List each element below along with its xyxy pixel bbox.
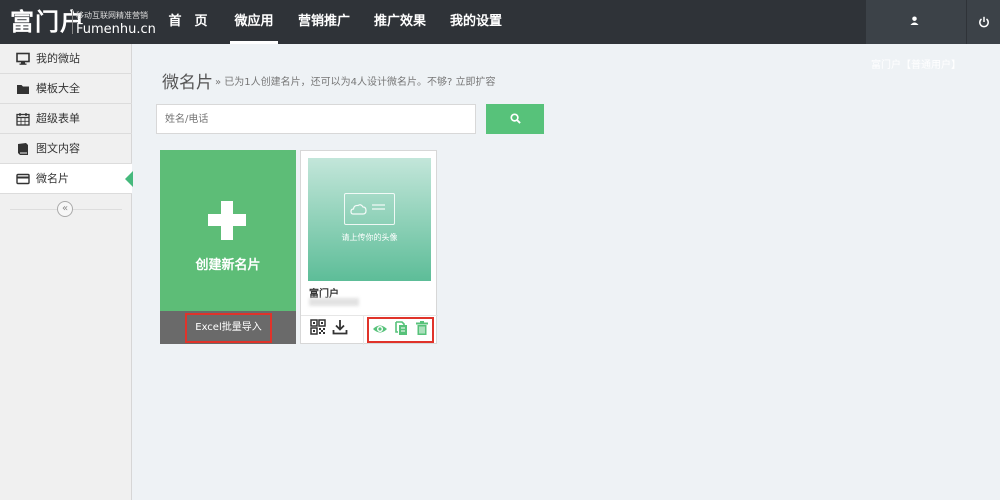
logo-slogan: 移动互联网精准营销: [76, 11, 148, 20]
sidebar-item-label: 模板大全: [36, 82, 80, 95]
monitor-icon: [16, 52, 30, 65]
id-card-icon: [344, 193, 395, 225]
sidebar-item-templates[interactable]: 模板大全: [0, 74, 132, 104]
nav-my-settings[interactable]: 我的设置: [444, 0, 508, 44]
search-icon: [509, 112, 521, 124]
search-input[interactable]: [156, 104, 476, 134]
create-card-button[interactable]: 创建新名片 Excel批量导入: [160, 150, 296, 344]
user-label: 富门户【普通用户】: [871, 60, 961, 71]
book-icon: [18, 143, 28, 155]
page-title: 微名片: [162, 73, 213, 93]
sidebar-item-label: 我的微站: [36, 52, 80, 65]
create-card-label: 创建新名片: [195, 258, 261, 273]
qrcode-icon[interactable]: [310, 319, 326, 335]
business-card-item: 请上传你的头像 富门户: [300, 150, 438, 345]
nav-promotion-results[interactable]: 推广效果: [368, 0, 432, 44]
user-menu[interactable]: 富门户【普通用户】: [866, 0, 966, 71]
card-vertical-divider: [363, 316, 364, 345]
card-phone-blurred: [309, 298, 359, 306]
sidebar-item-business-card[interactable]: 微名片: [0, 164, 133, 194]
copy-icon[interactable]: [393, 320, 409, 336]
logout-button[interactable]: [967, 0, 1000, 44]
sidebar-collapse-button[interactable]: «: [57, 201, 73, 217]
logo-domain: Fumenhu.cn: [76, 22, 156, 37]
sidebar-item-my-site[interactable]: 我的微站: [0, 44, 132, 74]
quota-hint: » 已为1人创建名片，还可以为4人设计微名片。不够? 立即扩容: [215, 77, 496, 88]
download-icon[interactable]: [332, 319, 348, 335]
trash-icon[interactable]: [414, 320, 430, 336]
card-divider: [301, 315, 438, 316]
sidebar-item-label: 图文内容: [36, 142, 80, 155]
sidebar-item-content[interactable]: 图文内容: [0, 134, 132, 164]
upload-avatar-text: 请上传你的头像: [341, 233, 398, 242]
excel-import-button[interactable]: Excel批量导入: [185, 313, 272, 343]
eye-icon[interactable]: [372, 321, 388, 337]
calendar-icon: [16, 113, 30, 126]
card-avatar-upload[interactable]: 请上传你的头像: [308, 158, 431, 281]
excel-bar: Excel批量导入: [160, 311, 296, 344]
sidebar-item-label: 微名片: [36, 172, 69, 185]
logo-separator: [72, 10, 73, 34]
power-icon: [978, 16, 989, 28]
nav-micro-apps[interactable]: 微应用: [230, 0, 278, 44]
double-chevron-left-icon: «: [61, 203, 69, 214]
user-icon: [910, 16, 919, 25]
nav-marketing[interactable]: 营销推广: [292, 0, 356, 44]
sidebar: 我的微站 模板大全 超级表单 图文内容 微名片 «: [0, 44, 133, 500]
top-bar: 富门户 移动互联网精准营销 Fumenhu.cn 首 页 微应用 营销推广 推广…: [0, 0, 1000, 71]
folder-icon: [17, 85, 29, 94]
sidebar-item-super-form[interactable]: 超级表单: [0, 104, 132, 134]
logo[interactable]: 富门户 移动互联网精准营销 Fumenhu.cn: [10, 7, 156, 37]
sidebar-item-label: 超级表单: [36, 112, 80, 125]
card-icon: [16, 173, 30, 185]
logo-main: 富门户: [10, 8, 85, 36]
search-button[interactable]: [486, 104, 544, 134]
nav-home[interactable]: 首 页: [156, 0, 220, 44]
plus-icon-bar: [208, 214, 246, 226]
